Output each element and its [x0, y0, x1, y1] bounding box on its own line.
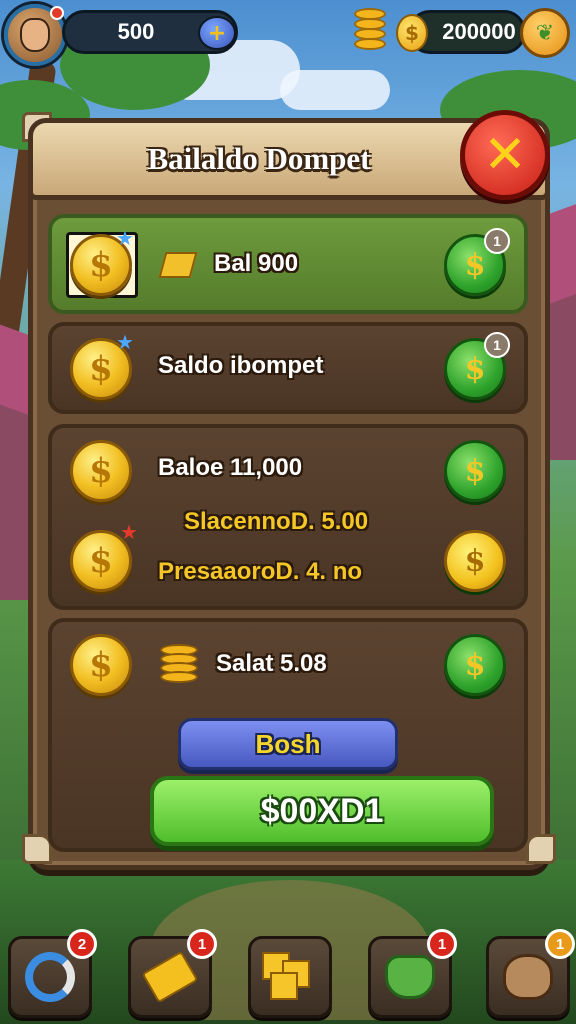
boost-button[interactable]: Bosh: [178, 718, 398, 770]
row-action-button[interactable]: $: [444, 440, 506, 502]
boost-label: Bosh: [255, 728, 321, 759]
coin-symbol: $: [89, 645, 113, 685]
coin-symbol: $: [89, 451, 113, 491]
nav-gold-bar-button[interactable]: 1: [128, 929, 217, 1018]
dollar-icon: $: [464, 351, 486, 387]
leaf-icon: ❦: [535, 20, 555, 46]
row-label: Baloe 11,000: [158, 454, 303, 481]
gem-icon: [385, 955, 435, 999]
coin-icon: $: [70, 440, 132, 502]
refresh-icon: [25, 952, 75, 1002]
nav-blocks-button[interactable]: [248, 936, 332, 1018]
row-action-button[interactable]: $: [444, 634, 506, 696]
plus-icon: +: [207, 20, 227, 46]
player-avatar[interactable]: [4, 4, 66, 66]
star-icon: ★: [120, 520, 138, 544]
nav-badge: 1: [187, 929, 217, 959]
star-icon: ★: [116, 226, 134, 250]
star-icon: ★: [116, 330, 134, 354]
nav-badge: 1: [545, 929, 575, 959]
confirm-button[interactable]: $00XD1: [150, 776, 494, 846]
close-icon: ✕: [483, 125, 527, 185]
row-label: Salat 5.08: [216, 650, 327, 677]
dollar-icon: $: [464, 453, 486, 489]
panel-title: Bailaldo Dompet: [147, 141, 371, 176]
row-badge: 1: [484, 228, 510, 254]
pet-icon: [503, 954, 553, 1000]
coin-symbol: $: [89, 349, 113, 389]
row-label: SlacennoD. 5.00: [184, 508, 369, 535]
coin-symbol: $: [89, 541, 113, 581]
coin-stack-icon: [160, 644, 200, 684]
currency-right-value: 200000: [442, 19, 516, 44]
row-label: PresaaoroD. 4. no: [158, 558, 363, 585]
coin-symbol: $: [89, 245, 113, 285]
nav-pet-button[interactable]: 1: [486, 929, 575, 1018]
row-badge: 1: [484, 332, 510, 358]
panel-corner-ornament: [526, 834, 556, 864]
coin-icon: $: [396, 14, 428, 52]
gold-bar-icon: [141, 950, 199, 1004]
coin-stack-icon: [352, 8, 388, 54]
row-label: Saldo ibompet: [158, 352, 324, 379]
add-currency-button[interactable]: +: [198, 16, 236, 50]
leaf-badge-button[interactable]: ❦: [520, 8, 570, 58]
row-label: Bal 900: [214, 250, 299, 277]
blocks-icon: [262, 952, 318, 1002]
nav-refresh-button[interactable]: 2: [8, 929, 97, 1018]
nav-badge: 2: [67, 929, 97, 959]
nav-badge: 1: [427, 929, 457, 959]
dollar-icon: $: [464, 543, 486, 579]
dollar-icon: $: [464, 247, 486, 283]
nav-gem-button[interactable]: 1: [368, 929, 457, 1018]
avatar-face-icon: [20, 18, 50, 52]
notification-dot: [50, 6, 64, 20]
confirm-label: $00XD1: [260, 791, 384, 830]
close-button[interactable]: ✕: [460, 110, 550, 200]
row-action-button[interactable]: $: [444, 530, 506, 592]
coin-icon: $: [70, 634, 132, 696]
coin-symbol: $: [405, 21, 419, 45]
dollar-icon: $: [464, 647, 486, 683]
currency-left-value: 500: [117, 19, 155, 44]
